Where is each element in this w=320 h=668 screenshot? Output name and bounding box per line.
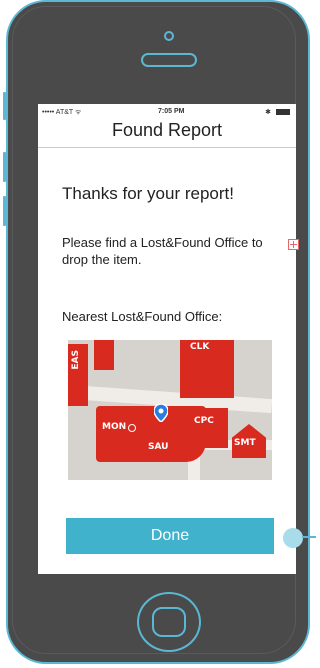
header-divider xyxy=(38,147,296,148)
page-title: Found Report xyxy=(111,120,223,140)
status-bar: ••••• AT&T ᯤ 7:05 PM ✱ xyxy=(38,106,296,120)
building-eas: EAS xyxy=(68,344,88,406)
office-map[interactable]: EAS CLK MON SAU CPC SMT xyxy=(68,340,272,480)
map-label-sau: SAU xyxy=(148,442,169,452)
map-point-mon xyxy=(128,424,136,432)
map-label-cpc: CPC xyxy=(194,416,214,426)
building xyxy=(94,340,114,370)
mute-switch xyxy=(3,92,6,120)
location-pin-icon[interactable] xyxy=(154,404,168,422)
building-smt: SMT xyxy=(232,424,266,458)
map-label-smt: SMT xyxy=(234,438,256,448)
screen: ••••• AT&T ᯤ 7:05 PM ✱ Found Report Than… xyxy=(38,104,296,574)
map-label-clk: CLK xyxy=(190,342,210,352)
annotation-connector-line xyxy=(302,536,316,538)
earpiece-speaker xyxy=(141,53,197,67)
bluetooth-icon: ✱ xyxy=(265,109,272,116)
clock: 7:05 PM xyxy=(158,108,185,115)
map-label-mon: MON xyxy=(102,422,127,432)
done-button[interactable]: Done xyxy=(66,518,274,554)
building-cpc: CPC xyxy=(188,408,228,448)
battery-icon xyxy=(276,109,290,116)
nearest-office-label: Nearest Lost&Found Office: xyxy=(62,309,223,324)
carrier-label: ••••• AT&T ᯤ xyxy=(42,109,82,116)
front-camera xyxy=(164,31,174,41)
building-clk: CLK xyxy=(180,340,234,398)
annotation-marker-icon xyxy=(288,239,299,250)
thanks-message: Thanks for your report! xyxy=(62,184,234,203)
instruction-text: Please find a Lost&Found Office to drop … xyxy=(62,235,263,267)
annotation-connector-dot xyxy=(283,528,303,548)
map-label-eas: EAS xyxy=(71,350,81,370)
volume-down-button xyxy=(3,196,6,226)
home-button-square-icon xyxy=(152,607,186,637)
volume-up-button xyxy=(3,152,6,182)
battery-indicator: ✱ xyxy=(265,108,290,116)
